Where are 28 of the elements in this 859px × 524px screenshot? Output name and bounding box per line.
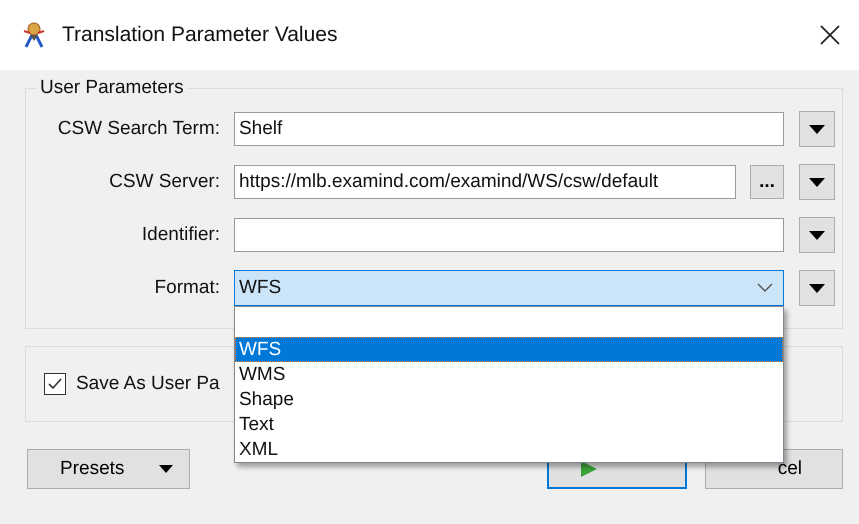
text-field[interactable]: [234, 218, 784, 252]
dropdown-option[interactable]: WMS: [235, 362, 783, 387]
dropdown-option[interactable]: Shape: [235, 387, 783, 412]
triangle-down-icon: [809, 284, 825, 292]
triangle-down-icon: [809, 124, 825, 134]
browse-button[interactable]: ...: [750, 165, 784, 199]
menu-button[interactable]: [799, 270, 835, 306]
dropdown-option[interactable]: WFS: [235, 337, 783, 362]
text-field[interactable]: https://mlb.examind.com/examind/WS/csw/default: [234, 165, 736, 199]
menu-button[interactable]: [799, 164, 835, 200]
field-label: CSW Server:: [108, 171, 221, 193]
checkbox-label: Save As User Pa: [76, 373, 220, 395]
field-label: Identifier:: [140, 224, 221, 246]
window-title: Translation Parameter Values: [62, 23, 338, 47]
dropdown-option[interactable]: Text: [235, 412, 783, 437]
chevron-icon: [757, 283, 773, 293]
menu-button[interactable]: [799, 111, 835, 147]
field-label: Format:: [154, 277, 221, 299]
close-icon[interactable]: [819, 24, 841, 46]
field-label: CSW Search Term:: [56, 118, 221, 140]
menu-button[interactable]: [799, 217, 835, 253]
caret-icon: [159, 465, 174, 473]
text-field[interactable]: Shelf: [234, 112, 784, 146]
presets-button[interactable]: Presets: [27, 449, 190, 489]
triangle-down-icon: [809, 178, 825, 186]
checkbox[interactable]: [44, 373, 66, 395]
format-combobox[interactable]: WFS: [234, 270, 784, 306]
triangle-down-icon: [809, 230, 825, 240]
